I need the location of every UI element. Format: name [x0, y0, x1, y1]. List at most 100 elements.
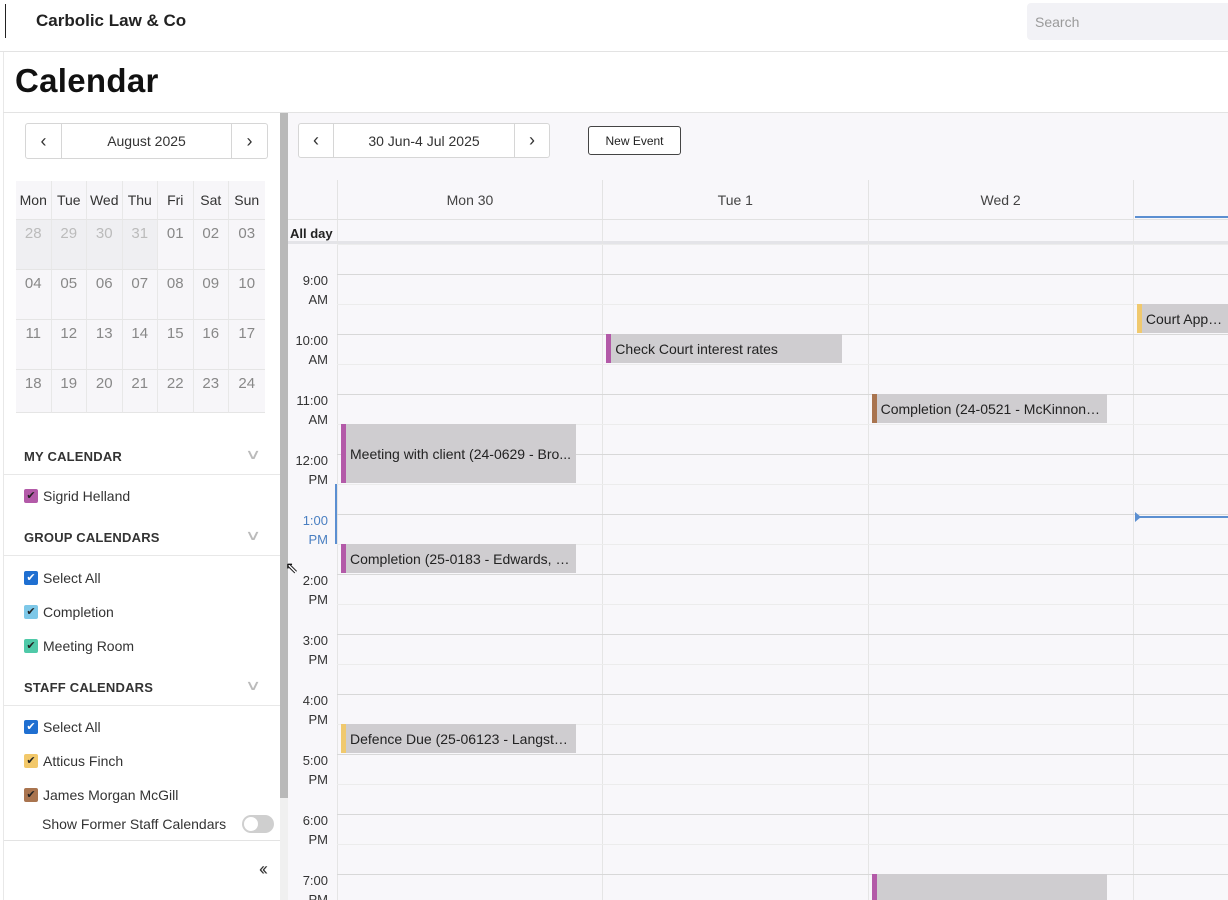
page-title: Calendar [15, 62, 159, 99]
calendar-event[interactable] [871, 874, 1107, 900]
half-hour-line [337, 244, 1228, 245]
sidebar: ‹ August 2025 › Mon Tue Wed Thu Fri Sat Sun 28… [4, 113, 280, 900]
calendar-event[interactable]: Meeting with client (24-0629 - Bro... [341, 424, 577, 483]
calendar-event[interactable]: Court Appear [1136, 304, 1228, 333]
checkbox-checked-icon[interactable]: ✔ [24, 754, 38, 768]
hour-line [337, 814, 1228, 815]
search-input[interactable] [1027, 3, 1228, 40]
mini-calendar-day[interactable]: 14 [122, 320, 158, 370]
mini-calendar-day[interactable]: 15 [158, 320, 194, 370]
chevron-right-icon: › [529, 130, 535, 150]
mini-calendar-day[interactable]: 10 [229, 270, 265, 320]
mini-calendar-day[interactable]: 20 [87, 370, 123, 413]
calendar-event[interactable]: Check Court interest rates [606, 334, 842, 363]
mini-calendar-day[interactable]: 13 [87, 320, 123, 370]
mini-calendar-day[interactable]: 04 [16, 270, 52, 320]
mini-calendar-day[interactable]: 08 [158, 270, 194, 320]
weekday-label: Sun [229, 181, 265, 220]
event-color-bar [1136, 304, 1142, 333]
event-color-bar [606, 334, 612, 363]
my-calendar-header[interactable]: MY CALENDAR ∨ [4, 437, 280, 475]
calendar-checkbox-item[interactable]: ✔ Sigrid Helland [24, 486, 130, 506]
mini-calendar-day[interactable]: 29 [51, 220, 87, 270]
checkbox-checked-icon[interactable]: ✔ [24, 605, 38, 619]
calendar-checkbox-item[interactable]: ✔ Select All [24, 717, 101, 737]
day-header[interactable]: Mon 30 [337, 180, 602, 219]
event-title: Completion (24-0521 - McKinnon, ... [880, 400, 1106, 417]
day-header[interactable]: Wed 2 [867, 180, 1133, 219]
mini-calendar-day[interactable]: 18 [16, 370, 52, 413]
mini-calendar-day[interactable]: 16 [193, 320, 229, 370]
calendar-event[interactable]: Completion (25-0183 - Edwards, R... [341, 544, 577, 573]
weekday-label: Thu [122, 181, 158, 220]
group-calendars-header[interactable]: GROUP CALENDARS ∨ [4, 518, 280, 556]
show-former-staff-label: Show Former Staff Calendars [42, 816, 227, 832]
mini-calendar-day[interactable]: 12 [51, 320, 87, 370]
time-label: 9:00 AM [302, 273, 328, 307]
staff-calendars-header[interactable]: STAFF CALENDARS ∨ [4, 668, 280, 706]
calendar-label: Select All [43, 570, 101, 586]
mini-calendar-day[interactable]: 07 [122, 270, 158, 320]
checkbox-checked-icon[interactable]: ✔ [24, 788, 38, 802]
firm-name: Carbolic Law & Co [36, 11, 187, 30]
mini-calendar-day[interactable]: 30 [87, 220, 123, 270]
chevron-left-icon: ‹ [313, 130, 319, 150]
half-hour-line [337, 364, 1228, 365]
week-next-button[interactable]: › [514, 124, 549, 157]
calendar-event[interactable]: Completion (24-0521 - McKinnon, ... [871, 394, 1107, 423]
section-title: MY CALENDAR [24, 449, 123, 464]
hour-line [337, 274, 1228, 275]
calendar-checkbox-item[interactable]: ✔ Select All [24, 568, 101, 588]
mini-calendar-day[interactable]: 28 [16, 220, 52, 270]
mini-calendar-day[interactable]: 21 [122, 370, 158, 413]
event-color-bar [341, 544, 346, 573]
time-label: 5:00 PM [302, 753, 328, 787]
sidebar-scrollbar[interactable] [280, 113, 288, 798]
half-hour-line [337, 304, 1228, 305]
mini-calendar-day[interactable]: 22 [158, 370, 194, 413]
event-title: Completion (25-0183 - Edwards, R... [350, 550, 577, 567]
time-label: 7:00 PM [302, 873, 328, 900]
mini-calendar-next-button[interactable]: › [231, 124, 267, 158]
mini-calendar-day[interactable]: 06 [87, 270, 123, 320]
event-color-bar [341, 724, 346, 753]
calendar-checkbox-item[interactable]: ✔ Completion [24, 602, 114, 622]
weekday-label: Mon [16, 181, 52, 220]
checkbox-checked-icon[interactable]: ✔ [24, 571, 38, 585]
mini-calendar-day[interactable]: 31 [122, 220, 158, 270]
checkbox-checked-icon[interactable]: ✔ [24, 489, 38, 503]
checkbox-checked-icon[interactable]: ✔ [24, 639, 38, 653]
mini-calendar-day[interactable]: 19 [51, 370, 87, 413]
hour-line [337, 514, 1228, 515]
show-former-staff-toggle[interactable] [242, 815, 274, 833]
mini-calendar-prev-button[interactable]: ‹ [26, 124, 62, 158]
chevron-left-icon: ‹ [40, 130, 47, 151]
mini-calendar-day[interactable]: 01 [158, 220, 194, 270]
mini-calendar-day[interactable]: 09 [193, 270, 229, 320]
new-event-button[interactable]: New Event [588, 126, 681, 155]
mini-calendar-day[interactable]: 03 [229, 220, 265, 270]
mini-calendar-day[interactable]: 02 [193, 220, 229, 270]
current-time-line [1135, 516, 1228, 518]
mouse-cursor-icon: ⇖ [285, 560, 299, 577]
mini-calendar-day[interactable]: 05 [51, 270, 87, 320]
week-range-label: 30 Jun-4 Jul 2025 [368, 132, 480, 149]
mini-calendar-week: 04 05 06 07 08 09 10 [16, 270, 266, 320]
mini-calendar-day[interactable]: 23 [193, 370, 229, 413]
day-header[interactable] [1132, 180, 1228, 219]
mini-calendar-day[interactable]: 11 [16, 320, 52, 370]
week-prev-button[interactable]: ‹ [299, 124, 334, 157]
mini-calendar-day[interactable]: 17 [229, 320, 265, 370]
calendar-checkbox-item[interactable]: ✔ Atticus Finch [24, 751, 123, 771]
chevron-down-icon: ∨ [244, 527, 262, 543]
collapse-sidebar-icon[interactable]: ‹‹ [259, 859, 268, 880]
toggle-knob [244, 817, 258, 831]
checkbox-checked-icon[interactable]: ✔ [24, 720, 38, 734]
mini-calendar-day[interactable]: 24 [229, 370, 265, 413]
day-header[interactable]: Tue 1 [602, 180, 868, 219]
calendar-event[interactable]: Defence Due (25-06123 - Langstaf... [341, 724, 577, 753]
calendar-checkbox-item[interactable]: ✔ James Morgan McGill [24, 785, 178, 805]
top-bar: Carbolic Law & Co [0, 0, 1228, 52]
current-time-arrow-icon [1135, 512, 1141, 522]
calendar-checkbox-item[interactable]: ✔ Meeting Room [24, 636, 134, 656]
